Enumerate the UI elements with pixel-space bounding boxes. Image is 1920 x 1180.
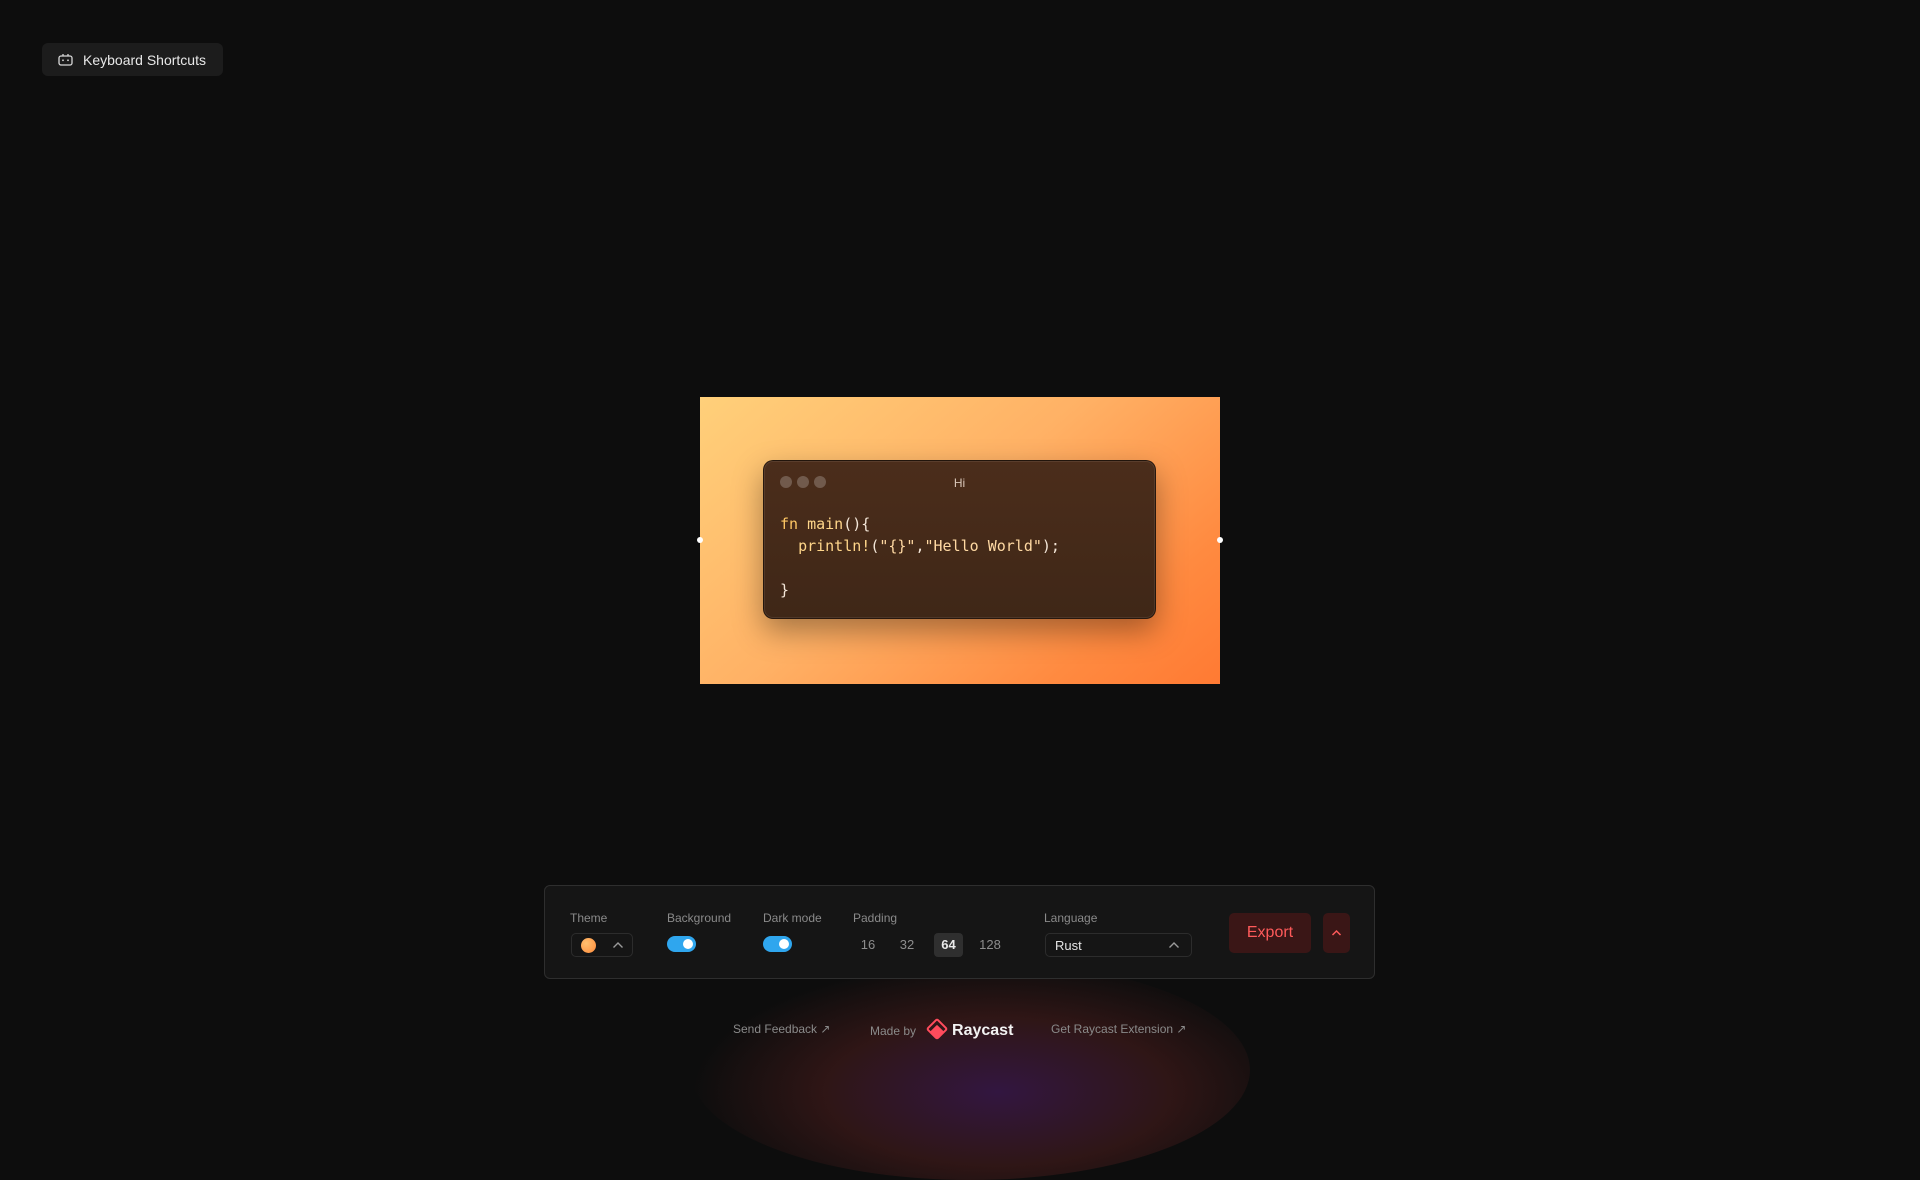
controls-toolbar: Theme Background Dark mode Padding 16 32… xyxy=(544,885,1375,979)
code-punctuation: (){ xyxy=(843,515,871,533)
toggle-knob xyxy=(683,939,693,949)
code-punctuation: } xyxy=(780,581,790,599)
chevron-up-icon xyxy=(1169,942,1179,948)
code-string: "Hello World" xyxy=(924,537,1042,555)
export-options-button[interactable] xyxy=(1323,913,1350,953)
made-by-label: Made by xyxy=(870,1023,917,1038)
padding-option-32[interactable]: 32 xyxy=(894,933,920,957)
raycast-logo-icon xyxy=(926,1018,948,1043)
chevron-up-icon xyxy=(1331,929,1342,936)
padding-label: Padding xyxy=(853,911,898,925)
background-label: Background xyxy=(667,911,732,925)
chevron-up-icon xyxy=(613,942,623,948)
code-punctuation: , xyxy=(915,537,925,555)
code-editor[interactable]: fn main(){ println!("{}","Hello World");… xyxy=(780,513,1060,601)
dark-mode-toggle[interactable] xyxy=(763,936,792,952)
footer-glow xyxy=(690,960,1250,1180)
brand-name: Raycast xyxy=(952,1021,1014,1039)
padding-option-128[interactable]: 128 xyxy=(974,933,1006,957)
send-feedback-link[interactable]: Send Feedback ↗ xyxy=(733,1022,830,1036)
window-title[interactable]: Hi xyxy=(764,476,1155,490)
keyboard-shortcuts-button[interactable]: Keyboard Shortcuts xyxy=(42,43,223,76)
padding-option-16[interactable]: 16 xyxy=(855,933,881,957)
code-string: "{}" xyxy=(879,537,916,555)
export-button[interactable]: Export xyxy=(1229,913,1311,953)
language-value: Rust xyxy=(1055,938,1082,953)
dark-mode-label: Dark mode xyxy=(763,911,822,925)
keyboard-icon xyxy=(58,53,73,66)
language-label: Language xyxy=(1044,911,1098,925)
background-toggle[interactable] xyxy=(667,936,696,952)
code-window: Hi fn main(){ println!("{}","Hello World… xyxy=(763,460,1156,619)
get-extension-link[interactable]: Get Raycast Extension ↗ xyxy=(1051,1022,1186,1036)
code-punctuation: ); xyxy=(1041,537,1060,555)
theme-label: Theme xyxy=(570,911,608,925)
code-macro: println! xyxy=(798,537,871,555)
code-keyword: fn xyxy=(780,515,799,533)
code-punctuation: ( xyxy=(870,537,880,555)
theme-select[interactable] xyxy=(571,933,633,957)
resize-handle-left[interactable] xyxy=(697,537,703,543)
theme-swatch xyxy=(581,938,596,953)
padding-option-64[interactable]: 64 xyxy=(934,933,963,957)
made-by-raycast[interactable]: Made by Raycast xyxy=(870,1018,1013,1043)
toggle-knob xyxy=(779,939,789,949)
language-select[interactable]: Rust xyxy=(1045,933,1192,957)
resize-handle-right[interactable] xyxy=(1217,537,1223,543)
keyboard-shortcuts-label: Keyboard Shortcuts xyxy=(83,51,206,68)
code-function-name: main xyxy=(807,515,844,533)
